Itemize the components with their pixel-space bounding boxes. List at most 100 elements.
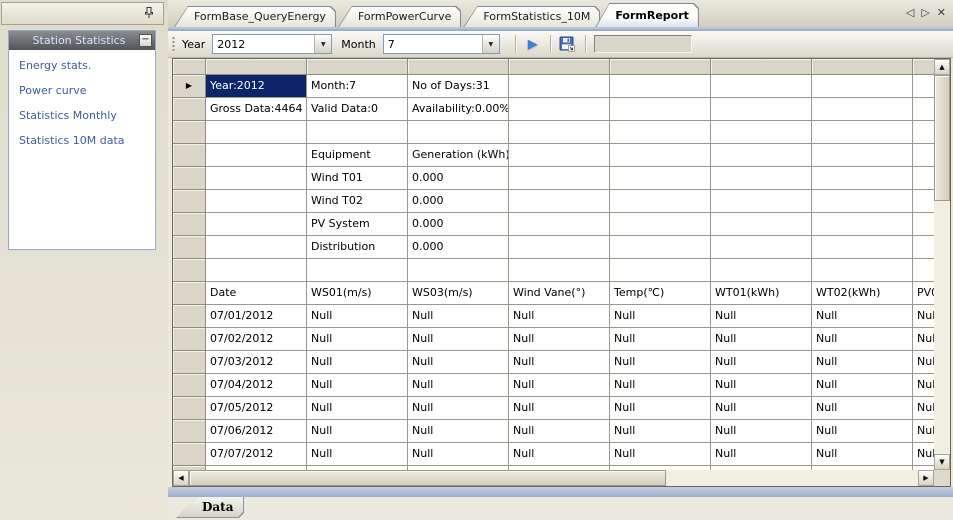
grid-cell[interactable]: 07/02/2012 <box>206 328 307 351</box>
grid-cell[interactable]: Null <box>913 443 934 466</box>
grid-cell[interactable] <box>610 98 711 121</box>
grid-cell[interactable]: PV01(kWh) <box>913 282 934 305</box>
grid-cell[interactable]: Gross Data:4464 <box>206 98 307 121</box>
scroll-tabs-right-icon[interactable]: ▷ <box>921 7 929 19</box>
grid-cell[interactable] <box>206 144 307 167</box>
grid-cell[interactable] <box>913 259 934 282</box>
grid-cell[interactable] <box>812 98 913 121</box>
grid-cell[interactable] <box>812 75 913 98</box>
grid-cell[interactable]: Null <box>307 328 408 351</box>
collapse-icon[interactable]: − <box>139 34 152 47</box>
grid-cell[interactable]: Null <box>307 374 408 397</box>
grid-cell[interactable]: Null <box>610 443 711 466</box>
row-header[interactable] <box>173 259 206 282</box>
grid-cell[interactable]: Null <box>307 420 408 443</box>
pushpin-icon[interactable] <box>142 6 156 20</box>
grid-cell[interactable]: Temp(℃) <box>610 282 711 305</box>
sidebar-item-statistics-10m-data[interactable]: Statistics 10M data <box>19 134 151 147</box>
grid-cell[interactable]: Null <box>307 305 408 328</box>
grid-cell[interactable]: Null <box>509 351 610 374</box>
grid-cell[interactable]: Null <box>610 305 711 328</box>
grid-cell[interactable]: Null <box>610 397 711 420</box>
row-header[interactable] <box>173 98 206 121</box>
grid-cell[interactable] <box>509 213 610 236</box>
year-combobox[interactable]: 2012 ▼ <box>212 34 332 54</box>
row-header[interactable] <box>173 420 206 443</box>
grid-cell[interactable] <box>711 190 812 213</box>
chevron-down-icon[interactable]: ▼ <box>482 35 499 53</box>
grid-cell[interactable]: Null <box>711 397 812 420</box>
row-header[interactable] <box>173 443 206 466</box>
sidebar-item-energy-stats[interactable]: Energy stats. <box>19 59 151 72</box>
grid-cell[interactable]: Null <box>812 328 913 351</box>
scroll-down-icon[interactable]: ▼ <box>934 454 950 470</box>
grid-cell[interactable]: Null <box>408 443 509 466</box>
grid-cell[interactable] <box>408 121 509 144</box>
grid-cell[interactable] <box>509 98 610 121</box>
row-header[interactable] <box>173 397 206 420</box>
grid-cell[interactable] <box>812 121 913 144</box>
grid-cell[interactable]: Null <box>509 397 610 420</box>
month-combobox[interactable]: 7 ▼ <box>383 34 500 54</box>
save-button[interactable] <box>557 33 579 55</box>
tab-formstatistics-10m[interactable]: FormStatistics_10M <box>463 6 600 27</box>
grid-cell[interactable]: Null <box>408 305 509 328</box>
grid-cell[interactable] <box>610 190 711 213</box>
grid-cell[interactable]: Null <box>610 420 711 443</box>
row-header[interactable] <box>173 121 206 144</box>
row-header[interactable] <box>173 282 206 305</box>
grid-cell[interactable] <box>610 236 711 259</box>
sidebar-item-statistics-monthly[interactable]: Statistics Monthly <box>19 109 151 122</box>
grid-cell[interactable]: Null <box>812 420 913 443</box>
row-header[interactable] <box>173 236 206 259</box>
grid-cell[interactable] <box>408 259 509 282</box>
grid-cell[interactable]: Null <box>711 374 812 397</box>
row-header[interactable] <box>173 374 206 397</box>
grid-cell[interactable] <box>509 121 610 144</box>
grid-cell[interactable] <box>206 121 307 144</box>
grid-cell[interactable] <box>711 121 812 144</box>
grid-cell[interactable] <box>509 259 610 282</box>
grid-cell[interactable] <box>509 190 610 213</box>
grid-cell[interactable]: 0.000 <box>408 236 509 259</box>
toolbar-grip[interactable] <box>172 36 175 52</box>
grid-cell[interactable] <box>610 167 711 190</box>
grid-cell[interactable]: WS03(m/s) <box>408 282 509 305</box>
grid-cell[interactable]: 07/05/2012 <box>206 397 307 420</box>
grid-cell[interactable]: 07/03/2012 <box>206 351 307 374</box>
row-header[interactable] <box>173 213 206 236</box>
grid-cell[interactable]: Null <box>509 443 610 466</box>
grid-cell[interactable]: 0.000 <box>408 167 509 190</box>
grid-cell[interactable] <box>913 98 934 121</box>
grid-cell[interactable]: Null <box>711 351 812 374</box>
grid-cell[interactable]: Null <box>913 420 934 443</box>
grid-cell[interactable]: No of Days:31 <box>408 75 509 98</box>
grid-cell[interactable]: 0.000 <box>408 190 509 213</box>
grid-cell[interactable] <box>610 121 711 144</box>
column-header[interactable] <box>206 59 307 75</box>
grid-cell[interactable]: PV System <box>307 213 408 236</box>
grid-cell[interactable]: Null <box>913 374 934 397</box>
column-header[interactable] <box>610 59 711 75</box>
grid-cell[interactable]: Null <box>711 305 812 328</box>
vertical-scrollbar[interactable]: ▲ ▼ <box>934 59 950 470</box>
vertical-scroll-thumb[interactable] <box>934 75 950 201</box>
grid-cell[interactable]: Distribution <box>307 236 408 259</box>
grid-cell[interactable]: Null <box>913 328 934 351</box>
grid-cell[interactable] <box>812 167 913 190</box>
grid-cell[interactable] <box>711 144 812 167</box>
grid-cell[interactable] <box>206 190 307 213</box>
tab-formbase-queryenergy[interactable]: FormBase_QueryEnergy <box>174 6 336 27</box>
grid-cell[interactable] <box>711 259 812 282</box>
grid-cell[interactable] <box>206 213 307 236</box>
grid-cell[interactable]: Null <box>408 351 509 374</box>
grid-cell[interactable]: WS01(m/s) <box>307 282 408 305</box>
grid-cell[interactable]: Date <box>206 282 307 305</box>
column-header[interactable] <box>408 59 509 75</box>
row-header[interactable] <box>173 144 206 167</box>
grid-cell[interactable]: Equipment <box>307 144 408 167</box>
grid-cell[interactable]: Null <box>812 351 913 374</box>
tab-formreport[interactable]: FormReport <box>595 3 699 27</box>
sidebar-item-power-curve[interactable]: Power curve <box>19 84 151 97</box>
grid-cell[interactable]: Generation (kWh) <box>408 144 509 167</box>
